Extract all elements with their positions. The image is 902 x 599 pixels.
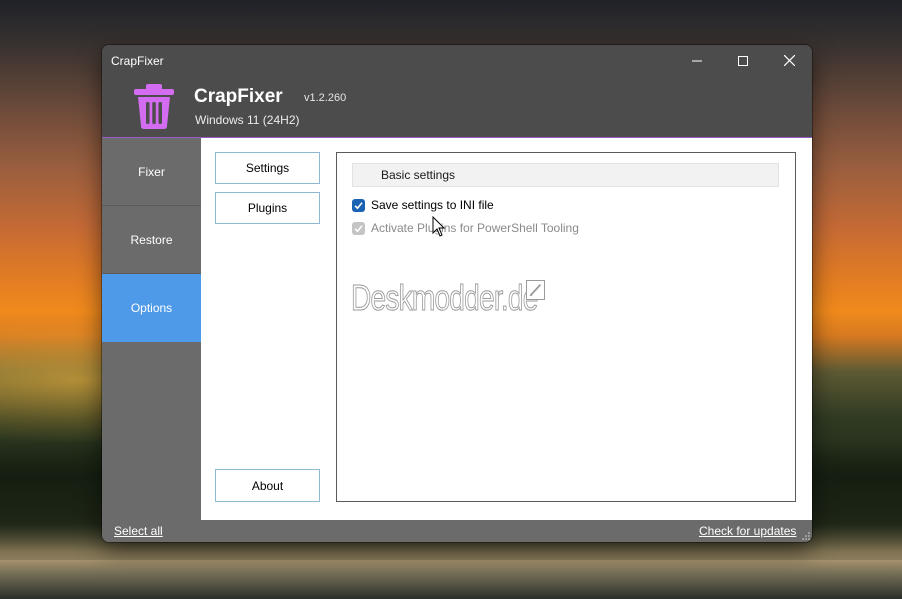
sidebar-item-restore[interactable]: Restore xyxy=(102,206,201,274)
panel-heading: Basic settings xyxy=(352,163,779,187)
title-bar: CrapFixer xyxy=(102,45,812,76)
activate-plugins-checkbox xyxy=(352,221,365,235)
app-header: CrapFixer v1.2.260 Windows 11 (24H2) xyxy=(102,76,812,138)
close-icon xyxy=(783,55,795,66)
activate-plugins-option: Activate Plugins for PowerShell Tooling xyxy=(352,220,579,236)
app-name: CrapFixer xyxy=(194,86,283,107)
save-ini-checkbox[interactable] xyxy=(352,198,365,212)
save-ini-option[interactable]: Save settings to INI file xyxy=(352,197,494,213)
save-ini-label: Save settings to INI file xyxy=(371,198,494,212)
check-updates-link[interactable]: Check for updates xyxy=(699,524,796,538)
checkmark-icon xyxy=(354,224,363,232)
sidebar-item-label: Fixer xyxy=(138,164,165,179)
maximize-button[interactable] xyxy=(720,45,766,76)
plugins-button[interactable]: Plugins xyxy=(215,192,320,224)
activate-plugins-label: Activate Plugins for PowerShell Tooling xyxy=(371,221,579,235)
sidebar-item-label: Options xyxy=(130,301,173,315)
sidebar-item-options[interactable]: Options xyxy=(102,274,201,342)
os-version-label: Windows 11 (24H2) xyxy=(195,113,300,127)
app-window: CrapFixer CrapFixer v1.2.260 Windows 11 … xyxy=(102,45,812,542)
select-all-link[interactable]: Select all xyxy=(114,524,163,538)
close-button[interactable] xyxy=(766,45,812,76)
app-version: v1.2.260 xyxy=(304,92,347,104)
mouse-cursor-icon xyxy=(432,216,446,237)
sidebar-item-fixer[interactable]: Fixer xyxy=(102,138,201,206)
settings-panel: Basic settings Save settings to INI file… xyxy=(336,152,796,502)
trash-icon xyxy=(134,84,174,129)
minimize-button[interactable] xyxy=(674,45,720,76)
sidebar-nav: Fixer Restore Options xyxy=(102,138,201,521)
pencil-icon xyxy=(526,280,545,300)
watermark-logo: Deskmodder.de xyxy=(351,277,539,319)
settings-button[interactable]: Settings xyxy=(215,152,320,184)
window-title: CrapFixer xyxy=(111,54,164,68)
options-content: Settings Plugins About Basic settings Sa… xyxy=(201,138,812,520)
checkmark-icon xyxy=(354,201,363,209)
sidebar-item-label: Restore xyxy=(130,232,173,247)
about-button[interactable]: About xyxy=(215,469,320,502)
minimize-icon xyxy=(692,60,702,61)
maximize-icon xyxy=(738,55,748,66)
resize-grip-icon[interactable] xyxy=(802,532,810,540)
footer-bar: Select all Check for updates xyxy=(102,520,812,542)
